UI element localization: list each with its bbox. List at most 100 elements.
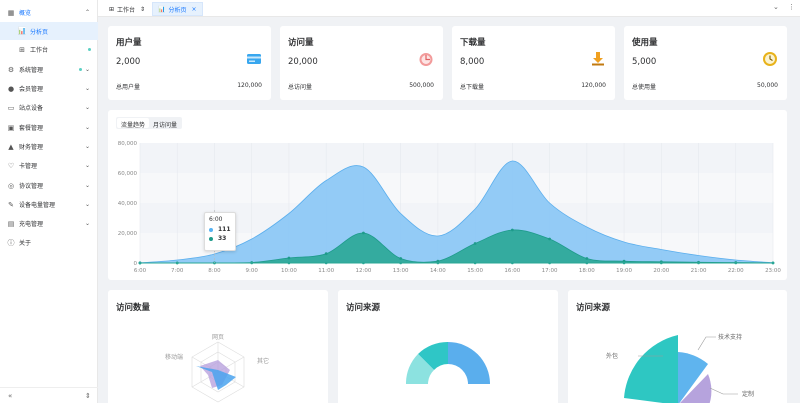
legend-dot — [209, 236, 213, 241]
rose-label: 定制 — [742, 390, 754, 398]
chevron-down-icon[interactable]: ⌄ — [773, 3, 779, 11]
rose-slice — [624, 335, 678, 403]
sidebar-item-package[interactable]: ▣ 套餐管理 ⌄ — [0, 119, 98, 136]
x-tick-label: 12:00 — [355, 268, 371, 274]
x-axis-point — [697, 261, 700, 265]
x-tick-label: 8:00 — [208, 268, 221, 274]
pin-icon[interactable]: ⇕ — [85, 392, 91, 400]
grid-band — [140, 143, 773, 173]
chart-icon: 📊 — [158, 5, 166, 13]
doughnut-chart — [405, 341, 490, 384]
tab-analysis[interactable]: 📊 分析页 × — [152, 2, 203, 16]
sidebar-item-label: 充电管理 — [19, 221, 44, 228]
x-axis-point — [511, 261, 514, 265]
series-point — [287, 256, 291, 260]
sidebar-item-overview[interactable]: ▦ 概览 ⌃ — [0, 4, 98, 21]
x-tick-label: 10:00 — [281, 268, 297, 274]
sidebar-item-analysis[interactable]: 📊 分析页 — [0, 22, 98, 40]
x-axis-point — [324, 261, 328, 265]
calendar-icon — [419, 53, 433, 66]
x-tick-label: 18:00 — [579, 268, 595, 274]
radar-chart: 网页 移动端 其它 — [165, 334, 269, 403]
series-point — [510, 228, 514, 232]
sidebar-item-device[interactable]: ▭ 站点设备 ⌄ — [0, 99, 98, 116]
x-axis-point — [473, 261, 477, 265]
series-point — [473, 242, 477, 245]
sidebar-item-finance[interactable]: ▲ 财务管理 ⌄ — [0, 138, 98, 155]
tab-workbench[interactable]: ⊞ 工作台 ⇕ — [104, 2, 150, 16]
stat-title: 访问量 — [288, 38, 314, 48]
rose-label: 外包 — [606, 352, 618, 360]
x-tick-label: 19:00 — [616, 268, 632, 274]
sidebar-item-member[interactable]: ● 会员管理 ⌄ — [0, 80, 98, 97]
status-dot — [79, 68, 82, 71]
money-icon: ▲ — [8, 142, 14, 151]
tooltip-time: 6:00 — [209, 216, 223, 223]
close-icon[interactable]: × — [192, 6, 197, 13]
stat-title: 用户量 — [116, 38, 142, 48]
workbench-icon: ⊞ — [109, 5, 115, 13]
stat-footer-label: 总用户量 — [116, 84, 141, 91]
sidebar-item-label: 设备电量管理 — [19, 202, 56, 209]
sidebar-item-battery[interactable]: ✎ 设备电量管理 ⌄ — [0, 196, 98, 213]
sidebar-item-system[interactable]: ⚙ 系统管理 ⌄ — [0, 61, 98, 78]
charge-icon: ▤ — [7, 219, 15, 228]
card-icon: ♡ — [7, 161, 15, 170]
series-point — [548, 237, 551, 241]
sidebar-item-label: 系统管理 — [19, 67, 44, 74]
gear-icon: ⚙ — [7, 65, 15, 74]
trend-card: 流量趋势 月访问量 0 20,000 40,000 60,000 80,000 6:00 7… — [108, 110, 787, 280]
sidebar-item-label: 卡管理 — [19, 163, 38, 170]
workbench-icon: ⊞ — [19, 45, 25, 54]
x-tick-label: 11:00 — [318, 268, 334, 274]
stat-card-users: 用户量 2,000 总用户量 120,000 — [108, 26, 271, 100]
stat-card-downloads: 下载量 8,000 总下载量 120,000 — [452, 26, 615, 100]
tooltip-row: 33 — [209, 235, 231, 242]
legend-dot — [209, 227, 213, 232]
stat-value: 8,000 — [460, 57, 485, 67]
chevron-down-icon: ⌄ — [84, 220, 90, 227]
sidebar-item-about[interactable]: ⓘ 关于 — [0, 234, 98, 251]
series-point — [399, 257, 403, 260]
stat-footer-label: 总访问量 — [288, 84, 313, 91]
radar-label: 其它 — [257, 357, 269, 365]
stat-footer-value: 500,000 — [409, 82, 434, 89]
battery-icon: ✎ — [8, 200, 14, 209]
info-icon: ⓘ — [7, 238, 15, 247]
radar-label: 移动端 — [165, 353, 183, 361]
sidebar-item-label: 会员管理 — [19, 86, 44, 93]
stat-footer-label: 总下载量 — [460, 84, 485, 91]
sidebar-item-charge[interactable]: ▤ 充电管理 ⌄ — [0, 215, 98, 232]
tab-label: 分析页 — [168, 6, 187, 14]
status-dot — [88, 48, 91, 51]
chevron-up-icon: ⌃ — [84, 9, 90, 16]
y-tick-label: 80,000 — [118, 141, 138, 147]
chevron-down-icon: ⌄ — [84, 143, 90, 150]
sidebar-item-protocol[interactable]: ◎ 协议管理 ⌄ — [0, 177, 98, 194]
rose-chart: 外包 技术支持 定制 — [606, 333, 754, 403]
x-tick-label: 22:00 — [728, 268, 744, 274]
y-tick-label: 0 — [134, 261, 138, 267]
download-icon — [592, 52, 604, 66]
sidebar-item-label: 协议管理 — [19, 183, 44, 190]
tooltip-value: 33 — [218, 235, 227, 242]
user-icon: ● — [7, 84, 15, 93]
protocol-icon: ◎ — [7, 181, 15, 190]
sidebar-item-workbench[interactable]: ⊞ 工作台 — [0, 41, 98, 58]
stat-value: 20,000 — [288, 57, 318, 67]
y-tick-label: 40,000 — [118, 201, 138, 207]
x-axis-point — [175, 261, 179, 265]
stat-value: 2,000 — [116, 57, 141, 67]
collapse-icon[interactable]: « — [8, 392, 12, 400]
x-tick-label: 7:00 — [171, 268, 184, 274]
grid-icon: ▦ — [7, 8, 15, 17]
stat-value: 5,000 — [632, 57, 657, 67]
x-tick-label: 14:00 — [430, 268, 446, 274]
pin-icon[interactable]: ⇕ — [140, 6, 145, 13]
sidebar-item-card[interactable]: ♡ 卡管理 ⌄ — [0, 157, 98, 174]
chart-tooltip: 6:00 111 33 — [204, 212, 236, 251]
more-icon[interactable]: ⋮ — [788, 3, 795, 11]
x-tick-label: 16:00 — [504, 268, 520, 274]
series-point — [585, 257, 589, 260]
stat-title: 使用量 — [632, 38, 658, 48]
